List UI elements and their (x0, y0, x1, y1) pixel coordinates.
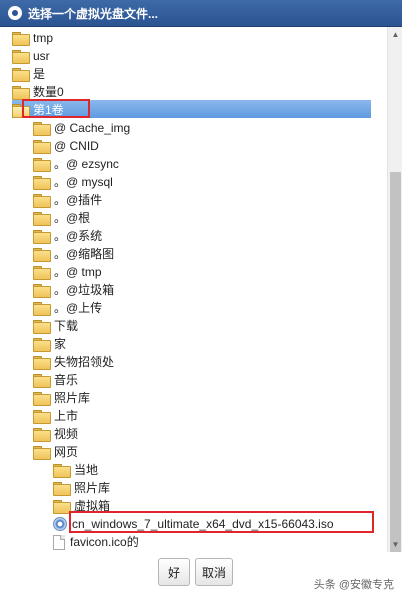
tree-item-label: favicon.ico的 (70, 535, 139, 549)
folder-icon (33, 338, 51, 352)
scroll-up-arrow-icon[interactable]: ▲ (388, 27, 402, 42)
folder-icon (33, 320, 51, 334)
tree-item-label: 照片库 (54, 391, 91, 405)
tree-item[interactable]: 。@垃圾箱 (0, 281, 387, 299)
folder-icon (12, 32, 30, 46)
folder-icon (33, 392, 51, 406)
watermark: 头条 @安徽专克 (313, 579, 394, 591)
tree-item[interactable]: 当地 (0, 461, 387, 479)
folder-icon (53, 482, 71, 496)
tree-item[interactable]: 照片库 (0, 479, 387, 497)
tree-item[interactable]: 。@缩略图 (0, 245, 387, 263)
scroll-thumb[interactable] (390, 172, 401, 552)
tree-item-label: 。@缩略图 (54, 247, 115, 261)
folder-icon (33, 158, 51, 172)
tree-item[interactable]: 是 (0, 65, 387, 83)
dialog-title: 选择一个虚拟光盘文件... (28, 6, 159, 21)
folder-icon (33, 212, 51, 226)
tree-item[interactable]: 。@ mysql (0, 173, 387, 191)
tree-item-label: 当地 (74, 463, 99, 477)
tree-item[interactable]: 。@插件 (0, 191, 387, 209)
folder-icon (33, 230, 51, 244)
tree-item-label: 音乐 (54, 373, 79, 387)
tree-item-label: @ CNID (54, 139, 99, 153)
tree-item[interactable]: @ CNID (0, 137, 387, 155)
tree-item-label: 视频 (54, 427, 79, 441)
tree-item[interactable]: 。@ tmp (0, 263, 387, 281)
tree-item-label: 照片库 (74, 481, 111, 495)
dialog-footer: 好 取消 头条 @安徽专克 (0, 552, 402, 596)
folder-icon (33, 410, 51, 424)
tree-item[interactable]: 。@系统 (0, 227, 387, 245)
folder-icon (33, 140, 51, 154)
tree-item-label: 。@上传 (54, 301, 103, 315)
folder-icon (53, 500, 71, 514)
folder-icon (33, 356, 51, 370)
cancel-button[interactable]: 取消 (195, 558, 233, 586)
file-icon (53, 534, 65, 550)
tree-item[interactable]: 家 (0, 335, 387, 353)
tree-item[interactable]: 视频 (0, 425, 387, 443)
scroll-down-arrow-icon[interactable]: ▼ (388, 537, 402, 552)
tree-item-label: 。@插件 (54, 193, 103, 207)
tree-item[interactable]: tmp (0, 29, 387, 47)
folder-icon (33, 176, 51, 190)
folder-icon (33, 446, 51, 460)
folder-icon (33, 428, 51, 442)
folder-icon (33, 374, 51, 388)
dialog-title-bar: 选择一个虚拟光盘文件... (0, 0, 402, 27)
tree-item-label: 网页 (54, 445, 79, 459)
tree-item-label: tmp (33, 31, 54, 45)
tree-item-label: 。@根 (54, 211, 91, 225)
tree-item[interactable]: usr (0, 47, 387, 65)
tree-item[interactable]: 照片库 (0, 389, 387, 407)
folder-icon (33, 194, 51, 208)
tree-item[interactable]: 上市 (0, 407, 387, 425)
tree-item[interactable]: 失物招领处 (0, 353, 387, 371)
tree-item-label: @ Cache_img (54, 121, 131, 135)
folder-icon (33, 266, 51, 280)
disc-icon (53, 517, 67, 531)
folder-icon (12, 68, 30, 82)
tree-item[interactable]: 网页 (0, 443, 387, 461)
tree-item[interactable]: @ Cache_img (0, 119, 387, 137)
tree-item[interactable]: 。@上传 (0, 299, 387, 317)
folder-icon (33, 248, 51, 262)
tree-item[interactable]: 。@根 (0, 209, 387, 227)
folder-icon (12, 86, 30, 100)
tree-item[interactable]: 下载 (0, 317, 387, 335)
tree-item-label: 。@系统 (54, 229, 103, 243)
tree-item[interactable]: favicon.ico的 (0, 533, 387, 551)
highlight-box-iso-file (69, 511, 374, 533)
scrollbar[interactable]: ▲ ▼ (387, 27, 402, 552)
folder-icon (33, 122, 51, 136)
tree-item-label: 。@ tmp (54, 265, 102, 279)
tree-item[interactable]: 。@ ezsync (0, 155, 387, 173)
tree-item-label: 。@ mysql (54, 175, 113, 189)
tree-item[interactable]: 音乐 (0, 371, 387, 389)
tree-item-label: 上市 (54, 409, 79, 423)
tree-item-label: 是 (33, 67, 46, 81)
tree-item-label: 下载 (54, 319, 79, 333)
tree-item-label: 家 (54, 337, 67, 351)
folder-icon (33, 284, 51, 298)
tree-item-label: usr (33, 49, 50, 63)
tree-item-label: 失物招领处 (54, 355, 115, 369)
disc-icon (8, 6, 22, 20)
folder-icon (33, 302, 51, 316)
folder-icon (53, 464, 71, 478)
folder-icon (12, 50, 30, 64)
highlight-box-volume (22, 99, 90, 118)
tree-item-label: 。@垃圾箱 (54, 283, 115, 297)
ok-button[interactable]: 好 (158, 558, 190, 586)
tree-item-label: 。@ ezsync (54, 157, 119, 171)
